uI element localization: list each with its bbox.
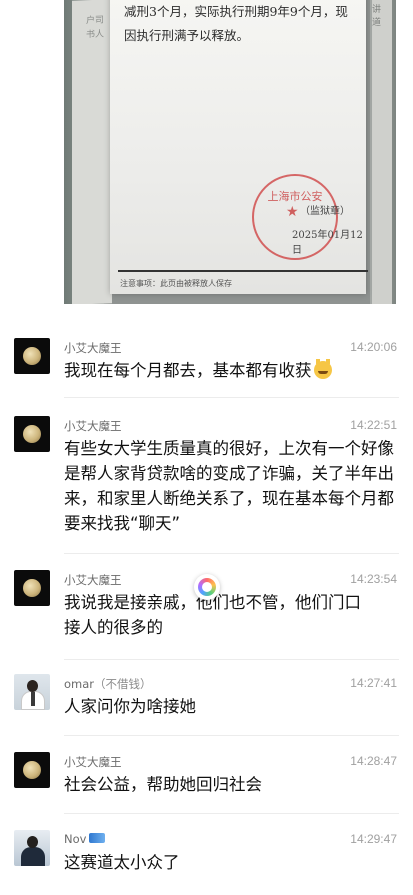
message-time: 14:28:47	[350, 754, 397, 768]
right-page: 讲道	[372, 0, 392, 304]
sender-name[interactable]: 小艾大魔王	[64, 754, 122, 770]
message-text-content: 我现在每个月都去，基本都有收获	[64, 361, 312, 380]
avatar[interactable]	[14, 830, 50, 866]
grinning-cat-emoji-icon	[313, 359, 332, 379]
underlying-page-text: 户司书人	[86, 15, 105, 41]
message-divider	[64, 397, 399, 398]
message-text: 有些女大学生质量真的很好，上次有一个好像是帮人家背贷款啥的变成了诈骗，关了半年出…	[64, 439, 394, 533]
divider-line	[118, 270, 368, 272]
footer-note: 注意事项：此页由被释放人保存	[120, 279, 232, 288]
message-time: 14:27:41	[350, 676, 397, 690]
message-text: 人家问你为啥接她	[64, 697, 196, 716]
message-text: 社会公益，帮助她回归社会	[64, 775, 262, 794]
avatar-body	[21, 847, 45, 866]
message-time: 14:20:06	[350, 340, 397, 354]
message-time: 14:29:47	[350, 832, 397, 846]
message-divider	[64, 659, 399, 660]
avatar[interactable]	[14, 416, 50, 452]
avatar[interactable]	[14, 752, 50, 788]
sender-name[interactable]: omar（不借钱）	[64, 676, 152, 692]
avatar-head	[27, 836, 38, 848]
message-divider	[64, 553, 399, 554]
avatar-tie	[31, 692, 35, 706]
message-divider	[64, 813, 399, 814]
floating-assistant-button[interactable]	[194, 574, 220, 600]
moon-icon	[23, 761, 41, 779]
underlying-page: 户司书人	[72, 0, 112, 304]
sender-name[interactable]: 小艾大魔王	[64, 572, 122, 588]
stamp-label: （监狱章）	[300, 206, 350, 217]
message-item: 小艾大魔王 14:22:51 有些女大学生质量真的很好，上次有一个好像是帮人家背…	[0, 414, 413, 554]
sender-name[interactable]: Nov	[64, 832, 106, 846]
moon-icon	[23, 579, 41, 597]
message-item: omar（不借钱） 14:27:41 人家问你为啥接她	[0, 672, 413, 742]
ring-center	[202, 582, 212, 592]
moon-icon	[23, 347, 41, 365]
release-certificate: 减刑3个月，实际执行刑期9年9个月，现因执行刑满予以释放。 上海市公安 ★ （监…	[110, 0, 368, 294]
right-page-text: 讲道	[372, 5, 382, 28]
wave-badge-icon	[89, 833, 106, 843]
avatar[interactable]	[14, 338, 50, 374]
document-photo[interactable]: 户司书人 讲道 减刑3个月，实际执行刑期9年9个月，现因执行刑满予以释放。 上海…	[64, 0, 396, 304]
moon-icon	[23, 425, 41, 443]
sender-name-text: omar	[64, 677, 95, 691]
sender-name-text: Nov	[64, 832, 87, 846]
avatar[interactable]	[14, 570, 50, 606]
sender-tag: （不借钱）	[94, 677, 152, 691]
certificate-body-text: 减刑3个月，实际执行刑期9年9个月，现因执行刑满予以释放。	[124, 4, 348, 43]
seal-star-icon: ★	[286, 204, 299, 220]
avatar[interactable]	[14, 674, 50, 710]
watermark-logo	[277, 866, 407, 892]
stamp-date: 2025年01月12日	[292, 230, 363, 256]
sender-name[interactable]: 小艾大魔王	[64, 418, 122, 434]
message-divider	[64, 735, 399, 736]
message-text: 我现在每个月都去，基本都有收获	[64, 358, 404, 383]
message-item: 小艾大魔王 14:28:47 社会公益，帮助她回归社会	[0, 750, 413, 820]
message-time: 14:22:51	[350, 418, 397, 432]
avatar-head	[27, 680, 38, 692]
message-item: 小艾大魔王 14:20:06 我现在每个月都去，基本都有收获	[0, 336, 413, 406]
sender-name[interactable]: 小艾大魔王	[64, 340, 122, 356]
message-time: 14:23:54	[350, 572, 397, 586]
